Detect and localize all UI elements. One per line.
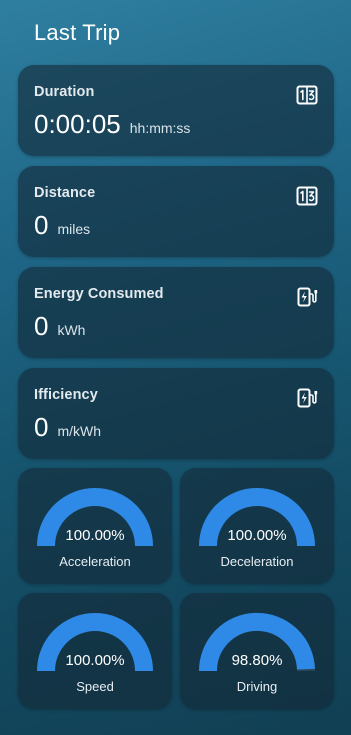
distance-value: 0 — [34, 210, 49, 240]
efficiency-card[interactable]: Ifficiency 0 m/kWh — [18, 368, 334, 459]
speed-label: Speed — [76, 679, 114, 694]
acceleration-value: 100.00% — [65, 527, 125, 544]
driving-value: 98.80% — [231, 652, 283, 669]
duration-unit: hh:mm:ss — [129, 120, 191, 136]
energy-consumed-card[interactable]: Energy Consumed 0 kWh — [18, 267, 334, 358]
distance-unit: miles — [57, 221, 91, 237]
energy-consumed-value-row: 0 kWh — [34, 311, 85, 342]
driving-label: Driving — [236, 679, 278, 694]
speed-gauge-card[interactable]: 100.00% Speed — [18, 593, 172, 709]
driving-gauge-card[interactable]: 98.80% Driving — [180, 593, 334, 709]
distance-value-row: 0 miles — [34, 210, 90, 241]
duration-card[interactable]: Duration 0:00:05 hh:mm:ss — [18, 65, 334, 156]
duration-label: Duration — [34, 84, 95, 100]
ev-charge-icon — [296, 286, 318, 308]
distance-card[interactable]: Distance 0 miles — [18, 166, 334, 257]
energy-consumed-unit: kWh — [57, 322, 86, 338]
speed-value: 100.00% — [65, 652, 125, 669]
energy-consumed-value: 0 — [34, 311, 49, 341]
duration-value-row: 0:00:05 hh:mm:ss — [34, 109, 190, 140]
acceleration-gauge-card[interactable]: 100.00% Acceleration — [18, 468, 172, 584]
deceleration-value: 100.00% — [227, 527, 287, 544]
deceleration-label: Deceleration — [220, 554, 294, 569]
distance-label: Distance — [34, 185, 96, 201]
energy-consumed-label: Energy Consumed — [34, 286, 164, 302]
ev-charge-icon — [296, 387, 318, 409]
acceleration-label: Acceleration — [59, 554, 131, 569]
counter-icon — [296, 84, 318, 106]
efficiency-label: Ifficiency — [34, 387, 98, 403]
page-title: Last Trip — [34, 20, 121, 45]
efficiency-value: 0 — [34, 412, 49, 442]
duration-value: 0:00:05 — [34, 109, 121, 139]
efficiency-value-row: 0 m/kWh — [34, 412, 101, 443]
efficiency-unit: m/kWh — [57, 423, 102, 439]
counter-icon — [296, 185, 318, 207]
deceleration-gauge-card[interactable]: 100.00% Deceleration — [180, 468, 334, 584]
